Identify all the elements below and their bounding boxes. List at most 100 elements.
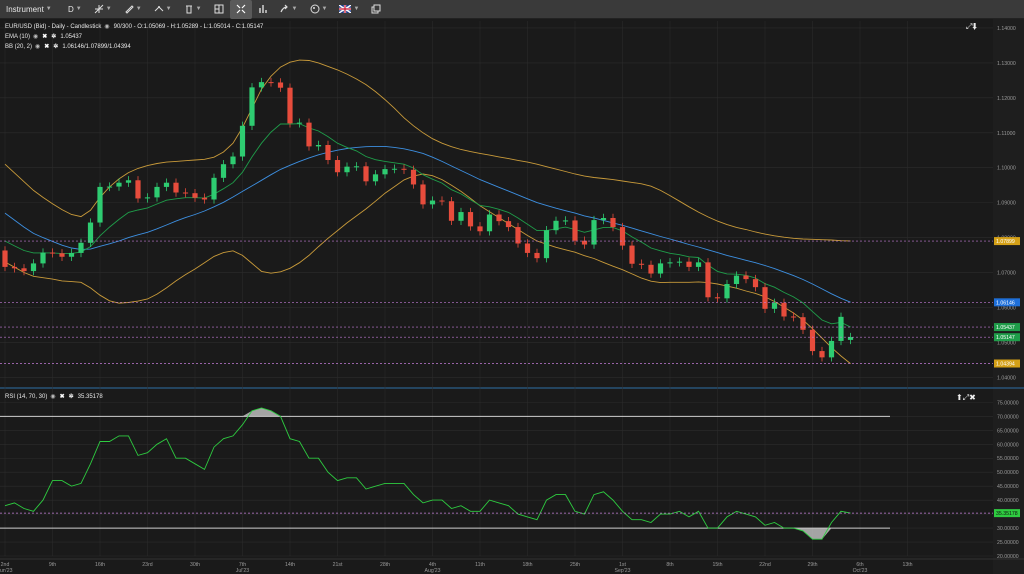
candle-up [771,302,778,309]
candle-down [49,252,56,254]
instrument-selector[interactable]: Instrument ▼ [0,0,62,19]
rsi-tick-label: 50.00000 [997,470,1019,476]
trash-icon [185,5,192,14]
candle-up [372,174,379,182]
candle-up [315,144,322,147]
time-tick-label: 18th [522,562,532,568]
pencil-icon [124,5,134,14]
candle-down [619,227,626,246]
candle-up [154,186,160,198]
candle-down [809,329,816,352]
crosshair-tool-button[interactable]: ▼ [88,0,118,19]
theme-button[interactable]: ▼ [304,0,334,19]
candle-down [686,261,692,267]
candle-up [344,166,350,173]
gear-icon[interactable]: ✲ [53,43,59,50]
candle-up [695,262,702,267]
price-legend-values: 90/300 - O:1.05069 - H:1.05289 - L:1.050… [113,23,264,30]
window-icon [371,4,381,14]
rsi-legend: RSI (14, 70, 30) ◉ ✖ ✲ 35.35178 [5,393,103,401]
share-button[interactable]: ▼ [274,0,304,19]
price-tick-label: 1.05000 [997,340,1016,346]
fit-icon [236,4,245,14]
candle-down [629,245,635,264]
chart-canvas[interactable]: 1.14000 1.13000 1.12000 1.11000 1.10000 1.090… [0,19,1024,574]
draw-tool-button[interactable]: ▼ [118,0,148,19]
gear-icon[interactable]: ✲ [69,393,75,400]
candle-up [391,168,398,170]
delete-tool-button[interactable]: ▼ [178,0,208,19]
candle-down [59,253,65,257]
rsi-tick-label: 45.00000 [997,484,1019,490]
time-tick-label: 16th [95,562,105,568]
time-tick-label: 13th [902,562,912,568]
candle-down [762,287,768,309]
panel-controls-icon[interactable]: ⬆⤢✖ [956,393,976,403]
candle-up [724,284,730,299]
time-tick-sublabel: Aug'23 [425,568,441,574]
chart-type-button[interactable] [252,0,274,19]
candle-down [11,266,18,269]
close-icon[interactable]: ✖ [60,393,66,400]
fit-chart-button[interactable] [229,0,252,19]
candle-down [410,169,417,185]
candle-down [610,217,616,228]
candle-down [648,264,654,274]
candle-down [268,82,274,84]
eye-icon[interactable]: ◉ [104,23,110,30]
candle-down [800,317,806,330]
gear-icon[interactable]: ✲ [51,33,57,40]
eye-icon[interactable]: ◉ [33,33,39,40]
chevron-down-icon: ▼ [353,6,360,12]
close-icon[interactable]: ✖ [44,43,50,50]
time-tick-sublabel: Oct'23 [853,568,868,574]
time-tick-label: 11th [475,562,485,568]
candle-down [467,212,474,227]
rsi-tick-label: 60.00000 [997,442,1019,448]
candle-up [78,242,84,253]
time-tick-sublabel: Sep'23 [615,568,631,574]
crosshair-icon [94,4,104,14]
chevron-down-icon: ▼ [135,6,142,12]
candle-down [21,268,27,272]
time-tick-label: 9th [49,562,56,568]
popout-button[interactable] [365,0,387,19]
language-button[interactable]: ▼ [333,0,365,19]
candle-down [743,275,749,280]
price-tick-label: 1.09000 [997,201,1016,207]
eye-icon[interactable]: ◉ [50,393,56,400]
candle-up [553,220,559,231]
shapes-tool-button[interactable]: ▼ [148,0,178,19]
candle-up [163,182,170,187]
rsi-legend-value: 35.35178 [77,393,103,400]
time-tick-label: 22nd [759,562,771,568]
close-icon[interactable]: ✖ [42,33,48,40]
bb-legend: BB (20, 2) ◉ ✖ ✲ 1.06146/1.07899/1.04394 [5,43,131,51]
price-badge-label: 1.04394 [996,362,1015,368]
price-tick-label: 1.11000 [997,131,1015,137]
share-icon [279,4,288,13]
maximize-icon[interactable]: ⤢⬇ [966,22,977,32]
candle-down [524,243,531,253]
eye-icon[interactable]: ◉ [35,43,41,50]
rsi-tick-label: 30.00000 [997,526,1019,532]
candle-up [144,197,151,199]
time-tick-label: 29th [807,562,817,568]
chevron-down-icon: ▼ [291,6,298,12]
candle-down [334,160,341,173]
instrument-label: Instrument [6,4,44,14]
candle-down [306,122,312,147]
rsi-tick-label: 70.00000 [997,414,1019,420]
layout-button[interactable] [208,0,230,19]
price-tick-label: 1.13000 [997,61,1016,67]
candle-down [173,182,179,193]
chevron-down-icon: ▼ [321,6,328,12]
candle-down [505,221,512,228]
chart-background [0,19,1024,574]
candle-down [182,192,189,194]
rsi-tick-label: 65.00000 [997,428,1019,434]
candle-up [239,125,246,157]
timeframe-selector[interactable]: D ▼ [62,0,88,19]
candle-down [401,168,407,170]
time-tick-sublabel: Jul'23 [236,568,250,574]
